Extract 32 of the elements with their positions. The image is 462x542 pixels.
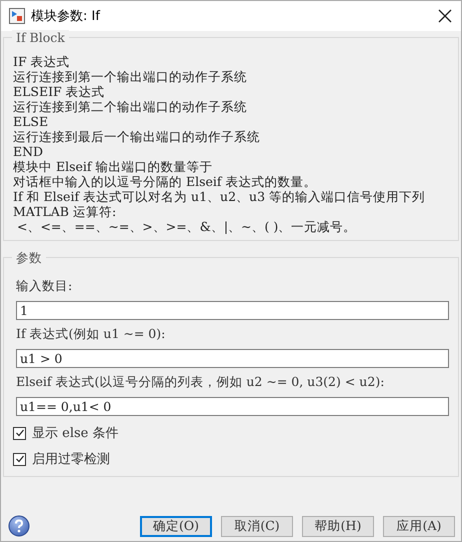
description-line: 运行连接到第一个输出端口的动作子系统	[13, 69, 248, 84]
description-line: 运行连接到最后一个输出端口的动作子系统	[13, 129, 261, 144]
field-label: Elseif 表达式(以逗号分隔的列表，例如 u2 ~= 0, u3(2) < u2):	[16, 374, 386, 391]
input-field[interactable]: 1	[16, 301, 449, 320]
close-icon[interactable]	[437, 8, 453, 24]
field-label: If 表达式(例如 u1 ~= 0):	[16, 326, 166, 343]
description-line: 运行连接到第二个输出端口的动作子系统	[13, 99, 248, 114]
description-line: 对话框中输入的以逗号分隔的 Elseif 表达式的数量。	[13, 174, 318, 189]
description-line: IF 表达式	[13, 54, 71, 69]
description-line: If 和 Elseif 表达式可以对名为 u1、u2、u3 等的输入端口信号使用下列	[13, 189, 426, 204]
description-line: MATLAB 运算符:	[13, 204, 118, 219]
group-title: 参数	[12, 250, 46, 267]
checkbox-label: 启用过零检测	[32, 451, 110, 468]
checkbox-label: 显示 else 条件	[32, 425, 118, 442]
input-field[interactable]: u1== 0,u1< 0	[16, 397, 449, 416]
dialog-button[interactable]: 帮助(H)	[302, 516, 374, 536]
group-title: If Block	[12, 30, 69, 45]
input-field[interactable]: u1 > 0	[16, 349, 449, 368]
description-line: 模块中 Elseif 输出端口的数量等于	[13, 159, 214, 174]
description-line: END	[13, 144, 44, 159]
dialog-button[interactable]: 确定(O)	[140, 516, 212, 536]
description-line: ELSE	[13, 114, 50, 129]
field-label: 输入数目:	[16, 278, 74, 295]
dialog-button[interactable]: 应用(A)	[383, 516, 455, 536]
checkbox[interactable]	[13, 426, 26, 440]
checkbox[interactable]	[13, 452, 26, 466]
description-line: ELSEIF 表达式	[13, 84, 106, 99]
block-icon	[9, 8, 25, 24]
window-title: 模块参数: If	[31, 8, 102, 25]
dialog-button[interactable]: 取消(C)	[221, 516, 293, 536]
description-line: <、<=、==、~=、>、>=、&、|、~、( )、一元减号。	[16, 219, 358, 234]
help-icon[interactable]	[8, 515, 30, 537]
